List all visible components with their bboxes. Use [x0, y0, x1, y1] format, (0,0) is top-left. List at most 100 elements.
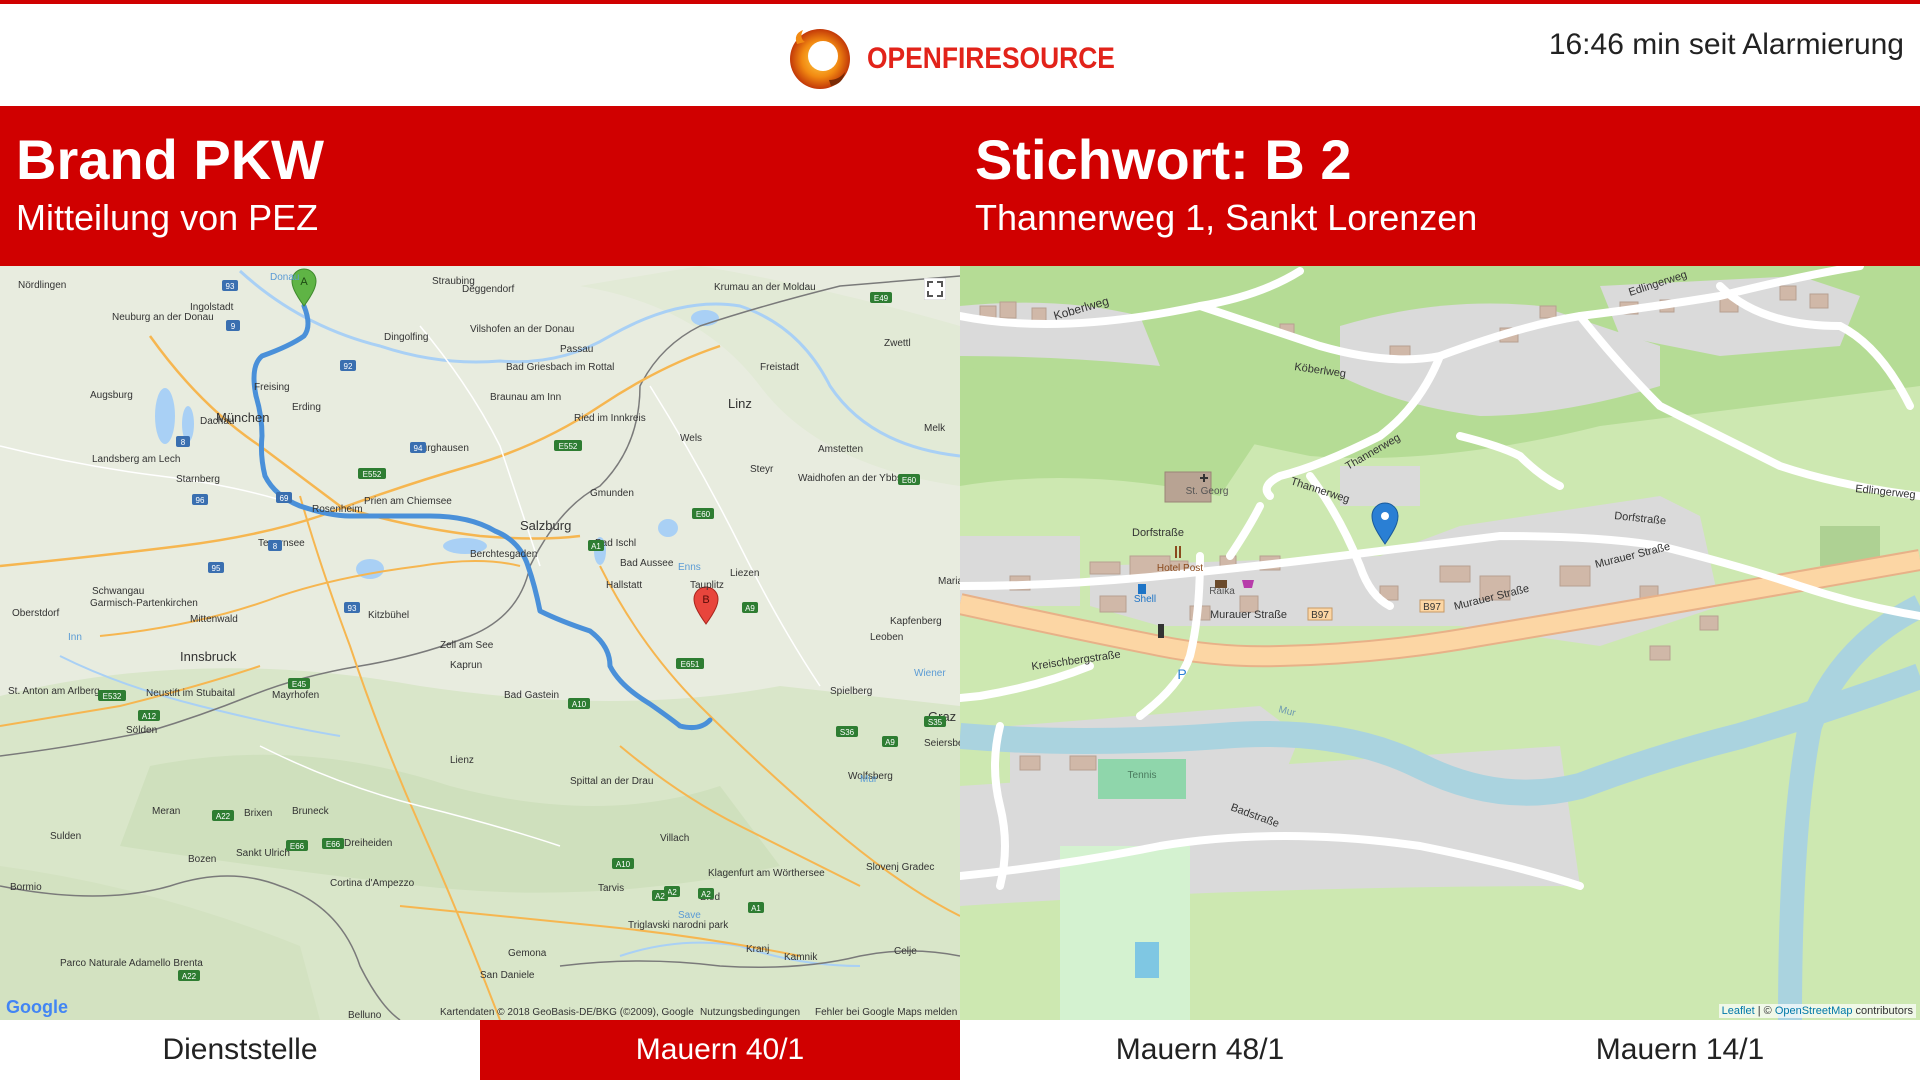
road-shield-label: 93 [226, 282, 235, 291]
route-map-place-label: Kapfenberg [890, 616, 942, 627]
road-shield-label: A9 [885, 738, 895, 747]
route-map-place-label: Villach [660, 833, 689, 844]
route-map-place-label: Seiersberg [924, 738, 960, 749]
route-map-place-label: Liezen [730, 568, 759, 579]
label-b97-2: B97 [1423, 602, 1441, 613]
route-map-place-label: Dreiheiden [344, 838, 392, 849]
detail-map[interactable]: Koberlweg Köberlweg Edlingerweg Edlinger… [960, 266, 1920, 1020]
route-map-place-label: Innsbruck [180, 649, 237, 664]
route-map-place-label: Bozen [188, 854, 216, 865]
alarm-banner: Brand PKW Mitteilung von PEZ Stichwort: … [0, 106, 1920, 266]
tab-mauern-40-1[interactable]: Mauern 40/1 [480, 1020, 960, 1080]
route-map-place-label: Prien am Chiemsee [364, 496, 452, 507]
route-map-place-label: St. Anton am Arlberg [8, 686, 100, 697]
route-map-place-label: Kaprun [450, 660, 482, 671]
route-map-place-label: Sankt Ulrich [236, 848, 290, 859]
fullscreen-icon[interactable] [924, 278, 946, 300]
route-map-place-label: Krumau an der Moldau [714, 282, 816, 293]
label-b97-1: B97 [1311, 610, 1329, 621]
route-map-place-label: Starnberg [176, 474, 220, 485]
route-map-place-label: Dachau [200, 416, 234, 427]
route-map-place-label: Garmisch-Partenkirchen [90, 598, 198, 609]
road-shield-label: 94 [414, 444, 423, 453]
route-map-place-label: Erding [292, 402, 321, 413]
route-map-place-label: Sulden [50, 831, 81, 842]
route-map-place-label: Kitzbühel [368, 610, 409, 621]
route-map-place-label: Spielberg [830, 686, 872, 697]
vehicle-tabs: Dienststelle Mauern 40/1 Mauern 48/1 Mau… [0, 1020, 1920, 1080]
traffic-signal-icon [1158, 624, 1164, 638]
leaflet-link[interactable]: Leaflet [1722, 1005, 1755, 1017]
route-map-place-label: Bad Gastein [504, 690, 559, 701]
attribution-separator: | © [1754, 1005, 1775, 1017]
route-map-place-label: Mayrhofen [272, 690, 319, 701]
route-map-place-label: Hallstatt [606, 580, 642, 591]
openfiresource-logo: OPENFIRESOURCE [785, 20, 1149, 98]
label-dorfstrasse-1: Dorfstraße [1132, 527, 1184, 539]
route-map-canvas[interactable]: A B NördlingenIngolstadtStraubingDeggend… [0, 266, 960, 1020]
tab-mauern-48-1[interactable]: Mauern 48/1 [960, 1020, 1440, 1080]
road-shield-label: A10 [616, 860, 631, 869]
shop-icon [1242, 580, 1254, 588]
route-map-place-label: Passau [560, 344, 593, 355]
alarm-title: Brand PKW [16, 128, 324, 191]
road-shield-label: A10 [572, 700, 587, 709]
road-shield-label: A2 [701, 890, 711, 899]
route-map-place-label: Wiener [914, 668, 946, 679]
road-shield-label: A12 [142, 712, 157, 721]
route-map-place-label: Augsburg [90, 390, 133, 401]
route-map-place-label: Celje [894, 946, 917, 957]
route-map[interactable]: A B Nördlingen Ingolstadt Straubing Deggend… [0, 266, 960, 1020]
route-map-place-label: Neustift im Stubaital [146, 688, 235, 699]
route-map-place-label: Gemona [508, 948, 547, 959]
label-tennis: Tennis [1128, 770, 1157, 781]
route-map-place-label: San Daniele [480, 970, 535, 981]
route-map-place-label: Triglavski narodni park [628, 920, 729, 931]
route-map-place-label: Lienz [450, 755, 474, 766]
road-shield-label: S35 [928, 718, 943, 727]
alarm-timer: 16:46 min seit Alarmierung [1548, 28, 1904, 61]
route-map-place-label: Leoben [870, 632, 903, 643]
road-shield-label: E66 [290, 842, 305, 851]
road-shield-label: 9 [231, 322, 236, 331]
route-map-place-label: Braunau am Inn [490, 392, 561, 403]
route-map-place-label: Landsberg am Lech [92, 454, 180, 465]
detail-map-canvas[interactable]: Koberlweg Köberlweg Edlingerweg Edlinger… [960, 266, 1920, 1020]
bank-icon [1215, 580, 1227, 588]
road-shield-label: 8 [181, 438, 186, 447]
route-map-place-label: Mittenwald [190, 614, 238, 625]
route-map-place-label: Melk [924, 423, 946, 434]
route-map-place-label: Freistadt [760, 362, 799, 373]
map-attribution: Leaflet | © OpenStreetMap contributors [1718, 1004, 1916, 1018]
header: OPENFIRESOURCE 16:46 min seit Alarmierun… [0, 4, 1920, 106]
route-map-place-label: Save [678, 910, 701, 921]
tab-mauern-14-1[interactable]: Mauern 14/1 [1440, 1020, 1920, 1080]
report-error-link[interactable]: Fehler bei Google Maps melden [815, 1007, 957, 1018]
road-shield-label: 96 [196, 496, 205, 505]
road-shield-label: E45 [292, 680, 307, 689]
osm-link[interactable]: OpenStreetMap [1775, 1005, 1853, 1017]
route-map-place-label: Freising [254, 382, 290, 393]
route-map-place-label: Spittal an der Drau [570, 776, 653, 787]
alarm-info-right: Stichwort: B 2 Thannerweg 1, Sankt Loren… [975, 128, 1477, 240]
road-shield-label: 92 [344, 362, 353, 371]
road-shield-label: E532 [103, 692, 122, 701]
parking-icon: P [1177, 666, 1186, 682]
terms-link[interactable]: Nutzungsbedingungen [700, 1007, 800, 1018]
alarm-info-left: Brand PKW Mitteilung von PEZ [16, 128, 324, 240]
route-map-place-label: Tauplitz [690, 580, 724, 591]
route-map-place-label: Zell am See [440, 640, 494, 651]
road-shield-label: A9 [745, 604, 755, 613]
road-shield-label: E49 [874, 294, 889, 303]
road-shield-label: E552 [363, 470, 382, 479]
map-data-attribution: Kartendaten © 2018 GeoBasis-DE/BKG (©200… [440, 1007, 694, 1018]
route-map-place-label: Schwangau [92, 586, 144, 597]
road-shield-label: A2 [667, 888, 677, 897]
tab-dienststelle[interactable]: Dienststelle [0, 1020, 480, 1080]
route-map-place-label: Nördlingen [18, 280, 66, 291]
route-map-place-label: Bad Aussee [620, 558, 674, 569]
route-map-place-label: Bad Griesbach im Rottal [506, 362, 614, 373]
route-map-place-label: Wels [680, 433, 702, 444]
route-map-place-label: Slovenj Gradec [866, 862, 934, 873]
route-map-place-label: Bormio [10, 882, 42, 893]
